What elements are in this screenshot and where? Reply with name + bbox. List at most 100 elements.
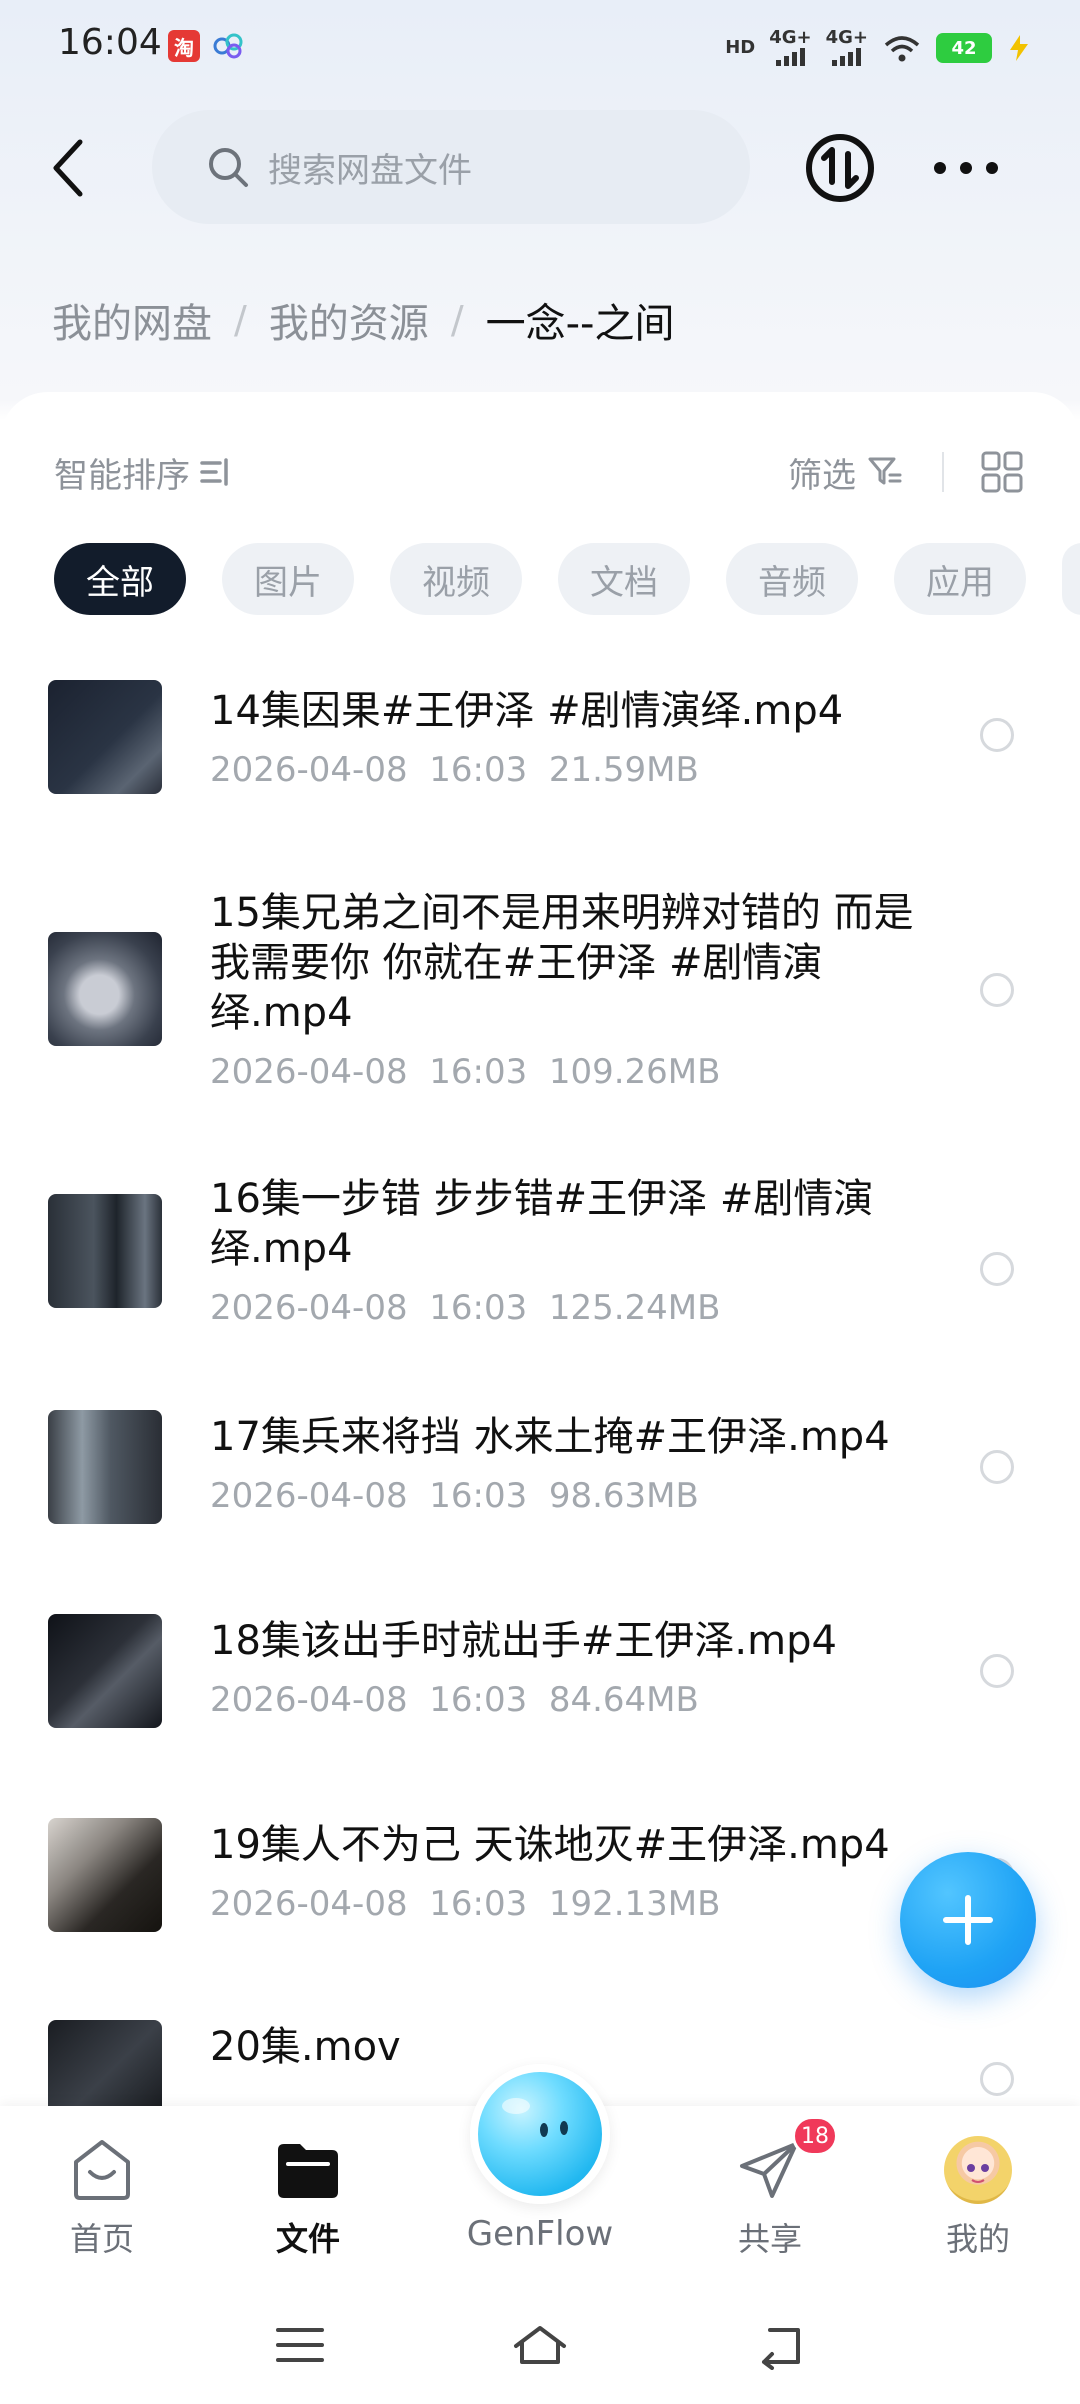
- back-button[interactable]: [40, 130, 96, 206]
- file-meta: 2026-04-08 16:03 21.59MB: [210, 750, 699, 790]
- home-icon: [74, 2140, 130, 2200]
- file-meta: 2026-04-08 16:03 125.24MB: [210, 1288, 720, 1328]
- add-button[interactable]: [900, 1852, 1036, 1988]
- select-radio[interactable]: [980, 1654, 1014, 1688]
- file-date: 2026-04-08: [210, 1476, 408, 1516]
- status-time: 16:04: [58, 22, 162, 63]
- file-name: 19集人不为己 天诛地灭#王伊泽.mp4: [210, 1822, 890, 1868]
- search-input[interactable]: 搜索网盘文件: [152, 110, 750, 224]
- list-item[interactable]: 17集兵来将挡 水来土掩#王伊泽.mp4 2026-04-08 16:03 98…: [0, 1400, 1080, 1550]
- video-thumbnail: [48, 1818, 162, 1932]
- nav-item-files[interactable]: 文件: [238, 2136, 378, 2258]
- network-type-1: 4G+: [769, 27, 812, 48]
- charging-icon: [1010, 35, 1028, 61]
- hd-label: HD: [725, 37, 756, 58]
- file-date: 2026-04-08: [210, 1680, 408, 1720]
- tab-documents[interactable]: 文档: [558, 543, 690, 615]
- taobao-icon: 淘: [168, 30, 200, 62]
- breadcrumb-separator: /: [450, 298, 464, 342]
- breadcrumb: 我的网盘 / 我的资源 / 一念--之间: [52, 290, 675, 350]
- video-thumbnail: [48, 2020, 162, 2106]
- avatar[interactable]: [944, 2136, 1012, 2204]
- list-item[interactable]: 16集一步错 步步错#王伊泽 #剧情演绎.mp4 2026-04-08 16:0…: [0, 1170, 1080, 1350]
- nav-label-files: 文件: [275, 2220, 340, 2258]
- notification-badge: 18: [792, 2116, 838, 2156]
- status-bar: 16:04 淘 HD 4G+ 4G+ 42: [0, 0, 1080, 96]
- system-home-icon[interactable]: [510, 2320, 570, 2370]
- file-date: 2026-04-08: [210, 750, 408, 790]
- file-name: 18集该出手时就出手#王伊泽.mp4: [210, 1618, 837, 1664]
- signal-1: 4G+: [769, 27, 812, 66]
- video-thumbnail: [48, 1410, 162, 1524]
- folder-icon: [278, 2144, 338, 2198]
- filter-toolbar: 筛选: [788, 446, 1024, 498]
- nav-label-genflow[interactable]: GenFlow: [440, 2214, 640, 2254]
- breadcrumb-separator: /: [234, 298, 247, 342]
- signal-bars-icon: [832, 46, 862, 66]
- select-radio[interactable]: [980, 1450, 1014, 1484]
- select-radio[interactable]: [980, 1252, 1014, 1286]
- cloud-app-icon: [213, 33, 243, 59]
- file-meta: 2026-04-08 16:03 84.64MB: [210, 1680, 699, 1720]
- select-radio[interactable]: [980, 2062, 1014, 2096]
- video-thumbnail: [48, 1614, 162, 1728]
- menu-icon[interactable]: [270, 2320, 330, 2370]
- file-size: 192.13MB: [548, 1884, 721, 1924]
- video-thumbnail: [48, 932, 162, 1046]
- toolbar-divider: [942, 452, 944, 492]
- tab-images[interactable]: 图片: [222, 543, 354, 615]
- file-size: 21.59MB: [548, 750, 699, 790]
- hd-indicator: HD: [725, 37, 756, 58]
- list-item[interactable]: 18集该出手时就出手#王伊泽.mp4 2026-04-08 16:03 84.6…: [0, 1604, 1080, 1754]
- status-indicators: HD 4G+ 4G+ 42: [725, 28, 1032, 68]
- filter-label[interactable]: 筛选: [788, 448, 856, 497]
- avatar-face-icon: [967, 2164, 989, 2183]
- category-tabs: 全部 图片 视频 文档 音频 应用: [54, 543, 1080, 615]
- more-icon[interactable]: [934, 150, 998, 186]
- select-radio[interactable]: [980, 718, 1014, 752]
- file-name: 15集兄弟之间不是用来明辨对错的 而是我需要你 你就在#王伊泽 #剧情演绎.mp…: [210, 890, 914, 1036]
- battery-indicator: 42: [936, 33, 992, 63]
- file-time: 16:03: [429, 1884, 528, 1924]
- tab-apps[interactable]: 应用: [894, 543, 1026, 615]
- file-meta: 2026-04-08 16:03 98.63MB: [210, 1476, 699, 1516]
- sort-button[interactable]: 智能排序: [54, 450, 232, 496]
- breadcrumb-item-my-resources[interactable]: 我的资源: [269, 291, 429, 349]
- file-date: 2026-04-08: [210, 1884, 408, 1924]
- grid-view-icon[interactable]: [980, 450, 1024, 494]
- file-time: 16:03: [429, 750, 528, 790]
- nav-label-home: 首页: [69, 2220, 134, 2258]
- system-back-icon[interactable]: [750, 2320, 810, 2370]
- file-time: 16:03: [429, 1680, 528, 1720]
- search-placeholder: 搜索网盘文件: [268, 150, 472, 191]
- file-meta: 2026-04-08 16:03 192.13MB: [210, 1884, 720, 1924]
- nav-item-home[interactable]: 首页: [32, 2136, 172, 2258]
- video-thumbnail: [48, 1194, 162, 1308]
- nav-label-me: 我的: [945, 2220, 1010, 2258]
- file-name: 14集因果#王伊泽 #剧情演绎.mp4: [210, 688, 844, 734]
- filter-icon[interactable]: [866, 453, 904, 491]
- tab-more[interactable]: [1062, 543, 1080, 615]
- file-size: 98.63MB: [548, 1476, 699, 1516]
- plus-icon: [943, 1895, 993, 1945]
- signal-bars-icon: [775, 46, 805, 66]
- breadcrumb-item-my-drive[interactable]: 我的网盘: [52, 291, 212, 349]
- file-time: 16:03: [429, 1476, 528, 1516]
- genflow-orb-icon[interactable]: [470, 2064, 610, 2204]
- list-item[interactable]: 14集因果#王伊泽 #剧情演绎.mp4 2026-04-08 16:03 21.…: [0, 660, 1080, 810]
- network-type-2: 4G+: [825, 27, 868, 48]
- select-radio[interactable]: [980, 973, 1014, 1007]
- search-icon: [209, 148, 248, 187]
- file-name: 17集兵来将挡 水来土掩#王伊泽.mp4: [210, 1414, 890, 1460]
- file-date: 2026-04-08: [210, 1052, 408, 1092]
- file-name: 16集一步错 步步错#王伊泽 #剧情演绎.mp4: [210, 1176, 874, 1272]
- tab-videos[interactable]: 视频: [390, 543, 522, 615]
- transfer-icon[interactable]: [804, 132, 876, 204]
- list-item[interactable]: 15集兄弟之间不是用来明辨对错的 而是我需要你 你就在#王伊泽 #剧情演绎.mp…: [0, 880, 1080, 1110]
- wifi-icon: [884, 36, 920, 62]
- tab-audio[interactable]: 音频: [726, 543, 858, 615]
- file-time: 16:03: [429, 1288, 528, 1328]
- tab-all[interactable]: 全部: [54, 543, 186, 615]
- nav-label-share: 共享: [737, 2220, 802, 2258]
- sort-icon: [200, 458, 228, 486]
